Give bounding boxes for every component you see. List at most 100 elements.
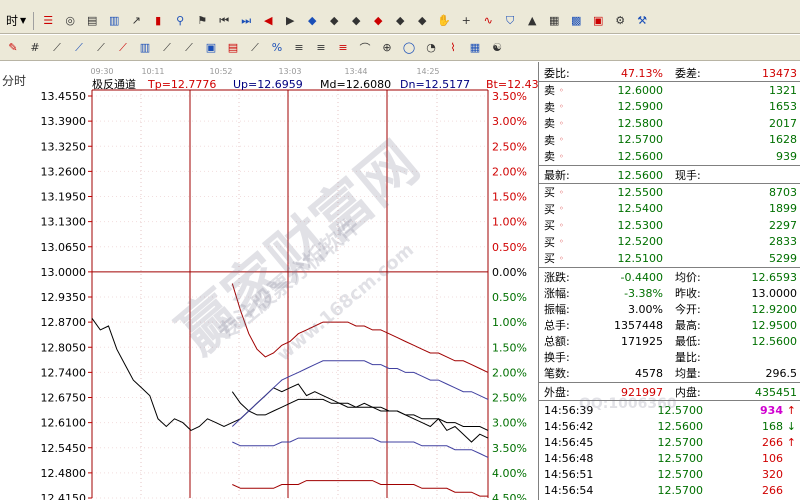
- chart-canvas[interactable]: 13.4550 13.3900 13.3250 13.2600 13.1950 13.13…: [0, 62, 539, 500]
- period-selector[interactable]: 时 ▼: [4, 12, 28, 30]
- ellipse-icon[interactable]: ◯: [400, 39, 418, 57]
- calendar-icon[interactable]: ▦: [545, 12, 563, 30]
- price-tick-label: 12.8050: [41, 341, 87, 354]
- tools-icon[interactable]: ⚒: [633, 12, 651, 30]
- divider: [539, 382, 800, 383]
- fan6-icon[interactable]: ⟋: [180, 39, 198, 57]
- left-icon[interactable]: ◀: [259, 12, 277, 30]
- line3-icon-glyph: ≡: [338, 41, 348, 54]
- fan3-icon[interactable]: ⟋: [92, 39, 110, 57]
- box-icon[interactable]: ▣: [202, 39, 220, 57]
- mountain-icon[interactable]: ▲: [523, 12, 541, 30]
- tick-price: 12.5700: [657, 435, 704, 449]
- diamond2-icon[interactable]: ◆: [325, 12, 343, 30]
- bids-volume: 2297: [769, 218, 797, 232]
- fan1-icon[interactable]: ⟋: [48, 39, 66, 57]
- price-tick-label: 12.4150: [41, 492, 87, 500]
- fan2-icon[interactable]: ⟋: [70, 39, 88, 57]
- cross-icon-glyph: +: [461, 14, 471, 27]
- curve-icon[interactable]: ⌇: [444, 39, 462, 57]
- right-icon[interactable]: ▶: [281, 12, 299, 30]
- book-icon[interactable]: ▤: [83, 12, 101, 30]
- quote-panel: 委比: 47.13% 委差: 13473 卖 ◦ 12.6000 1321 卖 ◦ 12.5…: [538, 62, 800, 500]
- tick-volume: 266: [762, 483, 783, 497]
- weibi-value: 47.13%: [621, 66, 663, 80]
- diamond1-icon[interactable]: ◆: [303, 12, 321, 30]
- diamond6-icon[interactable]: ◆: [413, 12, 431, 30]
- calc-icon[interactable]: ▩: [567, 12, 585, 30]
- save-icon[interactable]: ▣: [589, 12, 607, 30]
- line2-icon[interactable]: ≡: [312, 39, 330, 57]
- arc-icon[interactable]: ⌒: [356, 39, 374, 57]
- indicator-md: Md=12.6080: [320, 78, 391, 91]
- cross-icon[interactable]: +: [457, 12, 475, 30]
- tick-time: 14:56:45: [544, 435, 594, 449]
- cycle-icon[interactable]: ◔: [422, 39, 440, 57]
- pencil-icon[interactable]: ✎: [4, 39, 22, 57]
- fib-icon[interactable]: ▤: [224, 39, 242, 57]
- target-icon-glyph: ◎: [65, 14, 75, 27]
- chart-icon[interactable]: ▥: [105, 12, 123, 30]
- weicha-label: 委差:: [675, 67, 701, 80]
- gann-icon[interactable]: ⊕: [378, 39, 396, 57]
- home-icon-glyph: ⏮: [219, 13, 230, 27]
- hand-icon[interactable]: ✋: [435, 12, 453, 30]
- diamond3-icon[interactable]: ◆: [347, 12, 365, 30]
- bids-price: 12.5300: [617, 218, 664, 232]
- time-label: 10:11: [141, 67, 164, 76]
- table-icon[interactable]: ▦: [466, 39, 484, 57]
- weicha-value: 13473: [762, 66, 797, 80]
- stat-label: 最低:: [675, 335, 701, 348]
- divider: [539, 267, 800, 268]
- asks-row: 卖 ◦ 12.5900 1653: [539, 100, 800, 114]
- price-tick-label: 13.3250: [41, 140, 87, 153]
- shirt-icon-glyph: ⛉: [506, 13, 515, 27]
- stat-value: 4578: [635, 366, 663, 380]
- hash-icon[interactable]: #: [26, 39, 44, 57]
- arrow-icon[interactable]: ↗: [127, 12, 145, 30]
- diamond5-icon[interactable]: ◆: [391, 12, 409, 30]
- grid1-icon[interactable]: ▥: [136, 39, 154, 57]
- gear-icon[interactable]: ⚙: [611, 12, 629, 30]
- diamond4-icon[interactable]: ◆: [369, 12, 387, 30]
- book-icon-glyph: ▤: [86, 14, 98, 27]
- yinyang-icon[interactable]: ☯: [488, 39, 506, 57]
- ladder-icon[interactable]: ⟋: [246, 39, 264, 57]
- pin-icon[interactable]: ⚲: [171, 12, 189, 30]
- fan4-icon[interactable]: ⟋: [114, 39, 132, 57]
- waipan-row: 外盘: 921997 内盘: 435451: [539, 385, 800, 400]
- percent-tick-label: 2.50%: [492, 392, 527, 405]
- fan5-icon[interactable]: ⟋: [158, 39, 176, 57]
- drawing-toolbar: ✎ # ⟋ ⟋ ⟋ ⟋ ▥ ⟋ ⟋ ▣ ▤ ⟋% ≡ ≡ ≡ ⌒ ⊕ ◯ ◔ ⌇ ▦ ☯: [0, 35, 800, 61]
- shirt-icon[interactable]: ⛉: [501, 12, 519, 30]
- stat-value: 12.9200: [751, 302, 798, 316]
- wave-icon[interactable]: ∿: [479, 12, 497, 30]
- weibi-label: 委比:: [544, 67, 570, 80]
- home-icon[interactable]: ⏮: [215, 12, 233, 30]
- bids-label: 买: [544, 186, 555, 199]
- asks-label: 卖: [544, 117, 555, 130]
- time-label: 13:44: [344, 67, 367, 76]
- price-tick-label: 12.7400: [41, 366, 87, 379]
- line1-icon[interactable]: ≡: [290, 39, 308, 57]
- tick-time: 14:56:42: [544, 419, 594, 433]
- bar-icon[interactable]: ▮: [149, 12, 167, 30]
- percent-icon[interactable]: %: [268, 39, 286, 57]
- series-line-3: [231, 360, 489, 427]
- line3-icon[interactable]: ≡: [334, 39, 352, 57]
- stat-label: 涨跌:: [544, 271, 570, 284]
- price-tick-label: 13.1950: [41, 191, 87, 204]
- stat-value: 12.9500: [751, 318, 798, 332]
- arrow-icon-glyph: ↗: [131, 14, 141, 27]
- waipan-value: 921997: [621, 385, 663, 399]
- intraday-chart[interactable]: 13.4550 13.3900 13.3250 13.2600 13.1950 13.13…: [0, 62, 538, 500]
- end-icon[interactable]: ⏭: [237, 12, 255, 30]
- bar-icon-glyph: ▮: [155, 14, 162, 27]
- asks-label: 卖: [544, 84, 555, 97]
- line1-icon-glyph: ≡: [294, 41, 304, 54]
- gear-icon-glyph: ⚙: [615, 14, 626, 27]
- list-icon[interactable]: ☰: [39, 12, 57, 30]
- target-icon[interactable]: ◎: [61, 12, 79, 30]
- bids-row: 买 ◦ 12.5500 8703: [539, 185, 800, 200]
- flag-icon[interactable]: ⚑: [193, 12, 211, 30]
